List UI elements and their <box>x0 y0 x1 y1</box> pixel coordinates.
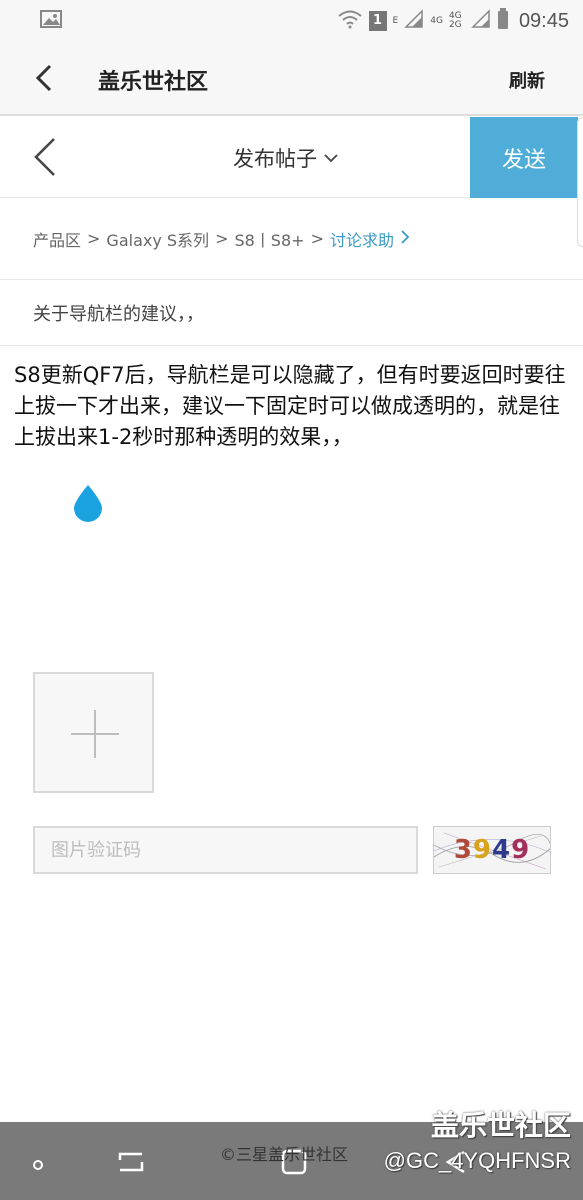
recent-apps-icon[interactable] <box>116 1148 146 1180</box>
wifi-icon <box>337 9 363 33</box>
battery-icon <box>497 8 509 34</box>
plus-icon <box>94 710 96 758</box>
captcha-code: 3 9 4 9 <box>434 827 550 873</box>
status-bar: 1 E 4G 4G 2G 09:45 <box>0 0 583 40</box>
watermark-user: @GC_4YQHFNSR <box>383 1148 571 1173</box>
captcha-digit: 9 <box>511 835 531 865</box>
watermark-title: 盖乐世社区 <box>430 1109 571 1142</box>
subject-field[interactable]: 关于导航栏的建议，， <box>0 280 583 346</box>
back-arrow-icon[interactable] <box>30 62 60 94</box>
add-image-button[interactable] <box>33 672 154 793</box>
captcha-digit: 4 <box>492 835 512 865</box>
send-button[interactable]: 发送 <box>470 117 578 198</box>
chevron-down-icon <box>323 149 339 168</box>
refresh-button[interactable]: 刷新 <box>509 67 545 93</box>
breadcrumb: 产品区 > Galaxy S系列 > S8丨S8+ > 讨论求助 <box>0 198 583 280</box>
captcha-digit: 9 <box>472 835 492 865</box>
breadcrumb-separator: > <box>215 229 229 248</box>
network-4g-label: 4G <box>430 15 443 26</box>
breadcrumb-item-active[interactable]: 讨论求助 <box>330 227 394 251</box>
breadcrumb-separator: > <box>87 229 101 248</box>
captcha-image[interactable]: 3 9 4 9 <box>433 826 551 874</box>
app-title: 盖乐世社区 <box>98 70 209 95</box>
breadcrumb-item[interactable]: S8丨S8+ <box>234 227 304 251</box>
post-body-editor[interactable]: S8更新QF7后，导航栏是可以隐藏了，但有时要返回时要往上拔一下才出来，建议一下… <box>14 360 574 453</box>
breadcrumb-item[interactable]: Galaxy S系列 <box>106 227 209 251</box>
dot-icon[interactable] <box>32 1156 44 1175</box>
network-e-label: E <box>392 15 399 26</box>
post-type-dropdown[interactable]: 发布帖子 <box>233 143 339 173</box>
network-4g-2g-label: 4G 2G <box>448 11 462 30</box>
gallery-notification-icon <box>40 10 62 32</box>
clock: 09:45 <box>518 9 569 32</box>
app-header: 盖乐世社区 刷新 <box>0 40 583 116</box>
signal-icon-1 <box>404 9 424 33</box>
back-chevron-icon[interactable] <box>28 135 64 179</box>
signal-icon-2 <box>471 9 491 33</box>
notification-count-badge: 1 <box>368 11 387 31</box>
captcha-digit: 3 <box>453 835 473 865</box>
post-toolbar: 发布帖子 发送 <box>0 117 583 247</box>
post-type-label: 发布帖子 <box>233 147 317 171</box>
breadcrumb-item[interactable]: 产品区 <box>33 227 81 251</box>
captcha-input[interactable] <box>33 826 418 874</box>
text-cursor-handle-icon[interactable] <box>70 483 106 523</box>
watermark-copyright: ©三星盖乐世社区 <box>220 1145 349 1164</box>
chevron-right-icon[interactable] <box>400 229 410 249</box>
breadcrumb-separator: > <box>310 229 324 248</box>
